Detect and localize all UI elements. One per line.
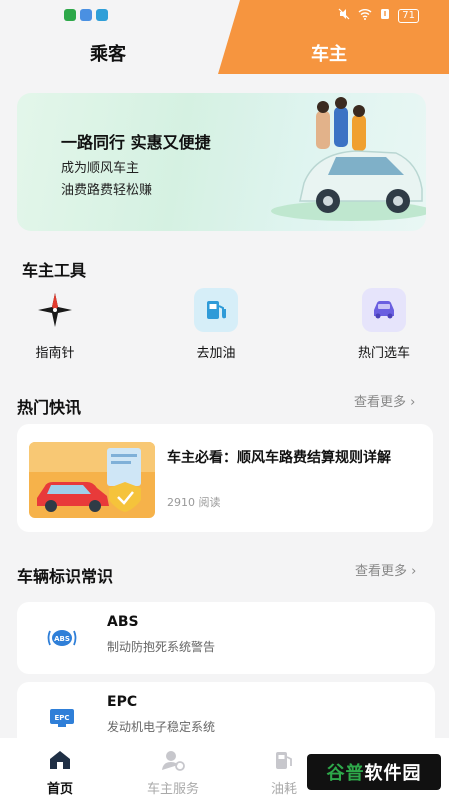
news-more-link[interactable]: 查看更多 › (354, 391, 415, 410)
compass-icon (33, 288, 77, 332)
fuel-icon (271, 748, 297, 772)
tools-section-title: 车主工具 (22, 261, 87, 280)
news-section-title: 热门快讯 (17, 398, 82, 417)
epc-warning-icon: EPC (50, 709, 74, 727)
search-notification-icon (96, 9, 108, 21)
sim-icon (380, 8, 390, 23)
news-title: 车主必看：顺风车路费结算规则详解 (167, 450, 391, 466)
tool-car-selection-label: 热门选车 (357, 346, 410, 361)
svg-text:EPC: EPC (54, 714, 69, 722)
nav-driver-service-label: 车主服务 (146, 782, 199, 797)
watermark-part2: 软件园 (364, 763, 422, 784)
indicator-title-epc: EPC (107, 694, 138, 710)
indicator-desc-epc: 发动机电子稳定系统 (107, 720, 216, 734)
indicators-more-link[interactable]: 查看更多 › (355, 560, 416, 579)
news-read-count: 2910 阅读 (167, 496, 221, 509)
banner-title: 一路同行 实惠又便捷 (61, 133, 211, 152)
indicator-title-abs: ABS (107, 614, 139, 630)
abs-warning-icon: ABS (47, 630, 77, 646)
tool-fuel-label: 去加油 (196, 346, 236, 361)
app-notification-icon (64, 9, 76, 21)
fuel-pump-icon (194, 288, 238, 332)
chevron-right-icon: › (411, 564, 417, 579)
indicator-card-abs[interactable]: ABS ABS 制动防抱死系统警告 (17, 602, 435, 674)
watermark-part1: 谷普 (326, 763, 365, 784)
battery-indicator: 71 (398, 8, 419, 23)
tool-compass[interactable]: 指南针 (10, 288, 100, 361)
chevron-right-icon: › (410, 395, 416, 410)
watermark-logo: 谷普 软件园 (307, 754, 441, 790)
cloud-notification-icon (80, 9, 92, 21)
news-thumbnail (29, 442, 155, 518)
tab-owner[interactable]: 车主 (311, 40, 347, 66)
banner-subtitle-line2: 油费路费轻松赚 (61, 183, 153, 198)
tool-fuel[interactable]: 去加油 (171, 288, 261, 361)
status-bar-left (64, 9, 108, 21)
status-bar-right: 71 (338, 8, 419, 23)
home-icon (47, 748, 73, 772)
nav-driver-service[interactable]: 车主服务 (133, 748, 213, 797)
news-more-label: 查看更多 (354, 395, 407, 410)
driver-service-icon (160, 748, 186, 772)
nav-home-label: 首页 (46, 782, 73, 797)
promo-banner[interactable]: 一路同行 实惠又便捷 成为顺风车主 油费路费轻松赚 (17, 93, 426, 231)
svg-text:ABS: ABS (54, 635, 70, 643)
mute-icon (338, 8, 350, 23)
indicators-more-label: 查看更多 (355, 564, 408, 579)
top-tab-bar: 71 乘客 车主 (0, 0, 449, 74)
indicators-section-title: 车辆标识常识 (17, 567, 114, 586)
nav-home[interactable]: 首页 (20, 748, 100, 797)
wifi-icon (358, 8, 372, 23)
news-card[interactable]: 车主必看：顺风车路费结算规则详解 2910 阅读 (17, 424, 433, 532)
carpool-illustration (271, 97, 426, 221)
tab-passenger[interactable]: 乘客 (90, 40, 126, 66)
car-icon (362, 288, 406, 332)
banner-subtitle-line1: 成为顺风车主 (61, 161, 140, 176)
tool-car-selection[interactable]: 热门选车 (339, 288, 429, 361)
tool-compass-label: 指南针 (35, 346, 75, 361)
indicator-desc-abs: 制动防抱死系统警告 (107, 640, 216, 654)
